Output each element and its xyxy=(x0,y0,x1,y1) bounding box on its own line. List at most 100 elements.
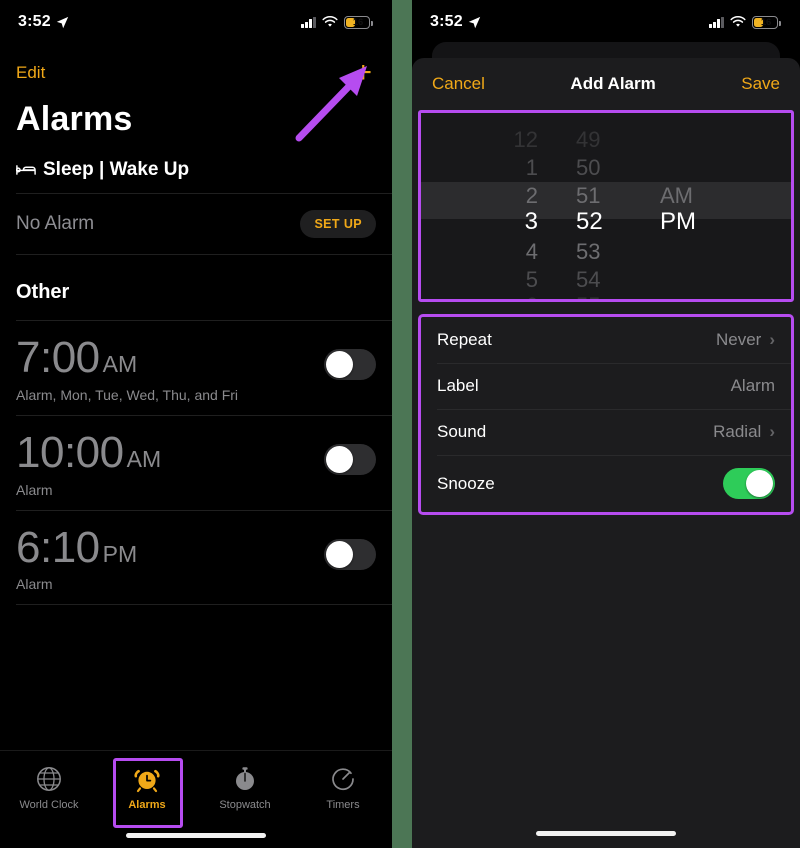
alarm-time-value: 7:00 xyxy=(16,333,100,382)
battery-level-label: 16 xyxy=(760,16,772,28)
battery-low-power-icon: 16 xyxy=(752,15,781,29)
alarm-row[interactable]: 7:00 AM Alarm, Mon, Tue, Wed, Thu, and F… xyxy=(0,321,392,415)
status-bar-indicators: 16 xyxy=(301,15,373,29)
alarm-time: 7:00 AM xyxy=(16,335,238,381)
globe-icon xyxy=(37,767,61,791)
status-bar-time-group: 3:52 xyxy=(18,13,69,31)
picker-item[interactable]: 51 xyxy=(556,183,642,209)
alarm-toggle[interactable] xyxy=(324,349,376,380)
option-row-snooze[interactable]: Snooze xyxy=(421,455,791,512)
picker-item[interactable]: 6 xyxy=(470,293,556,299)
toggle-knob xyxy=(326,445,353,473)
add-alarm-button[interactable]: + xyxy=(354,58,374,88)
alarm-info: 7:00 AM Alarm, Mon, Tue, Wed, Thu, and F… xyxy=(16,335,238,403)
home-indicator[interactable] xyxy=(126,833,266,838)
option-value: Never xyxy=(715,330,762,349)
alarm-options-list: Repeat Never › Label Alarm Sound Radial … xyxy=(421,317,791,512)
option-row-sound[interactable]: Sound Radial › xyxy=(421,409,791,455)
alarm-toggle[interactable] xyxy=(324,538,376,570)
wifi-icon xyxy=(730,16,746,27)
sleep-schedule-row[interactable]: No Alarm SET UP xyxy=(0,194,392,254)
alarm-toggle[interactable] xyxy=(324,443,376,475)
stopwatch-icon xyxy=(236,767,254,790)
picker-item-selected[interactable]: 3 xyxy=(470,209,556,235)
home-indicator[interactable] xyxy=(536,831,676,836)
picker-item[interactable]: 5 xyxy=(470,267,556,293)
minute-column[interactable]: 49 50 51 52 53 54 55 xyxy=(556,113,642,299)
option-value-group: Never › xyxy=(716,330,775,350)
option-row-repeat[interactable]: Repeat Never › xyxy=(421,317,791,363)
picker-item[interactable]: 49 xyxy=(556,127,642,153)
cellular-signal-icon xyxy=(709,16,724,28)
option-value-group: Radial › xyxy=(713,422,775,442)
picker-item[interactable]: 2 xyxy=(470,183,556,209)
status-bar-left: 3:52 16 xyxy=(0,0,392,44)
cancel-button[interactable]: Cancel xyxy=(432,74,485,94)
alarm-time: 10:00 AM xyxy=(16,427,162,477)
set-up-button[interactable]: SET UP xyxy=(300,210,376,238)
toggle-knob xyxy=(746,470,773,497)
toggle-knob xyxy=(326,540,353,568)
alarms-nav-bar: Edit + xyxy=(0,44,392,88)
picker-item-selected[interactable]: PM xyxy=(642,209,742,235)
alarm-subtitle: Alarm xyxy=(16,481,53,498)
battery-low-power-icon: 16 xyxy=(344,15,373,29)
alarm-clock-icon xyxy=(134,769,160,793)
tab-label: Stopwatch xyxy=(219,799,271,811)
sleep-wakeup-section-header: Sleep | Wake Up xyxy=(0,155,392,193)
status-bar-time: 3:52 xyxy=(430,13,463,30)
picker-item[interactable]: 53 xyxy=(556,239,642,265)
location-arrow-icon xyxy=(56,16,69,28)
tab-world-clock[interactable]: World Clock xyxy=(0,751,98,848)
option-row-label[interactable]: Label Alarm xyxy=(421,363,791,409)
alarm-info: 10:00 AM Alarm xyxy=(16,427,162,498)
add-alarm-sheet: Cancel Add Alarm Save 12 1 2 3 4 5 49 50… xyxy=(412,58,800,848)
alarm-subtitle: Alarm xyxy=(16,576,53,593)
tab-label: Timers xyxy=(326,799,360,811)
alarm-subtitle: Alarm, Mon, Tue, Wed, Thu, and Fri xyxy=(16,386,239,403)
sleep-wakeup-label: Sleep | Wake Up xyxy=(43,159,190,180)
no-alarm-label: No Alarm xyxy=(16,213,95,234)
battery-level-label: 16 xyxy=(352,16,364,28)
bed-icon xyxy=(16,165,36,175)
meridiem-column[interactable]: AM PM xyxy=(642,113,742,299)
status-bar-indicators: 16 xyxy=(709,15,781,29)
picker-item[interactable]: 12 xyxy=(470,127,556,153)
snooze-toggle[interactable] xyxy=(723,468,775,499)
alarm-time-meridiem: PM xyxy=(102,540,138,567)
alarm-row[interactable]: 10:00 AM Alarm xyxy=(0,416,392,510)
picker-item[interactable]: 54 xyxy=(556,267,642,293)
hour-column[interactable]: 12 1 2 3 4 5 6 xyxy=(470,113,556,299)
edit-button[interactable]: Edit xyxy=(16,63,45,83)
time-picker[interactable]: 12 1 2 3 4 5 6 49 50 51 52 xyxy=(421,113,791,299)
toggle-knob xyxy=(326,351,353,378)
tab-bar: World Clock Alarms Stopwatch Timers xyxy=(0,750,392,848)
alarm-time-meridiem: AM xyxy=(126,445,162,472)
alarm-info: 6:10 PM Alarm xyxy=(16,524,138,593)
status-bar-right: 3:52 16 xyxy=(412,0,800,44)
picker-item[interactable]: 4 xyxy=(470,239,556,265)
screenshot-root: 3:52 16 Edit + Alarms Sleep | Wake Up No… xyxy=(0,0,800,848)
alarm-row[interactable]: 6:10 PM Alarm xyxy=(0,511,392,605)
save-button[interactable]: Save xyxy=(741,74,780,94)
time-picker-highlight: 12 1 2 3 4 5 6 49 50 51 52 xyxy=(418,110,794,302)
sheet-nav-bar: Cancel Add Alarm Save xyxy=(412,58,800,108)
phone-screen-alarms: 3:52 16 Edit + Alarms Sleep | Wake Up No… xyxy=(0,0,392,848)
status-bar-time-group: 3:52 xyxy=(430,13,481,31)
chevron-right-icon: › xyxy=(769,422,775,441)
picker-item[interactable]: 1 xyxy=(470,155,556,181)
picker-item[interactable]: 55 xyxy=(556,293,642,299)
phone-screen-add-alarm: 3:52 16 Cancel Add Alarm Save 12 1 2 3 4… xyxy=(412,0,800,848)
chevron-right-icon: › xyxy=(769,330,775,349)
picker-item-selected[interactable]: 52 xyxy=(556,209,642,235)
picker-item[interactable]: 50 xyxy=(556,155,642,181)
alarm-time-value: 10:00 xyxy=(16,427,124,477)
sheet-title: Add Alarm xyxy=(570,74,656,93)
tab-label: World Clock xyxy=(19,799,79,811)
option-value-group: Alarm xyxy=(731,376,775,396)
tab-timers[interactable]: Timers xyxy=(294,751,392,848)
picker-item[interactable]: AM xyxy=(642,183,742,209)
tab-label: Alarms xyxy=(128,799,166,811)
status-bar-time: 3:52 xyxy=(18,13,51,30)
picker-columns: 12 1 2 3 4 5 6 49 50 51 52 xyxy=(421,113,791,299)
